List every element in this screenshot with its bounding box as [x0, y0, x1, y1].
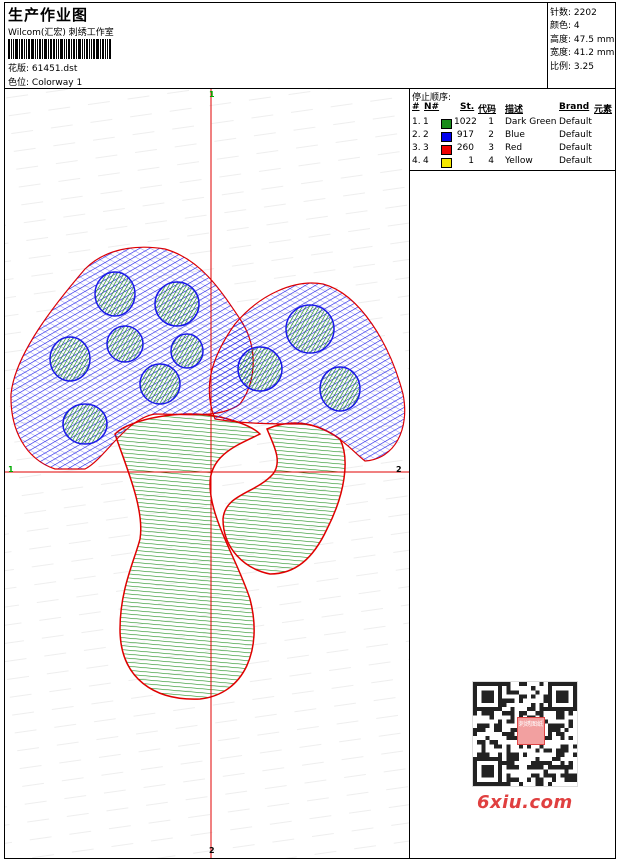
- axis-label-right: 2: [396, 465, 402, 474]
- axis-label-left: 1: [8, 465, 14, 474]
- studio-name: Wilcom(汇宏) 刺绣工作室: [8, 28, 114, 38]
- list-item[interactable]: 3. 3 260 3 Red Default: [410, 143, 615, 156]
- watermark-text: 6xiu.com: [477, 792, 573, 813]
- barcode: [8, 39, 118, 59]
- list-item[interactable]: 2. 2 917 2 Blue Default: [410, 130, 615, 143]
- stat-width: 宽度: 41.2 mm: [550, 48, 615, 58]
- design-line: 花版: 61451.dst: [8, 61, 77, 74]
- stop-sequence-panel: 停止顺序: # N# St. 代码 描述 Brand 元素 1. 1 1022 …: [410, 89, 615, 858]
- stat-height: 高度: 47.5 mm: [550, 35, 615, 45]
- header-info: 生产作业图 Wilcom(汇宏) 刺绣工作室 花版: 61451.dst 色位:…: [5, 3, 548, 89]
- design-label: 花版:: [8, 64, 30, 74]
- color-swatch: [441, 132, 452, 142]
- col-desc: 描述: [505, 105, 524, 115]
- design-canvas[interactable]: 1 1 2 2: [5, 89, 410, 858]
- stat-scale: 比例: 3.25: [550, 62, 594, 72]
- design-value: 61451.dst: [31, 64, 78, 74]
- list-item[interactable]: 4. 4 1 4 Yellow Default: [410, 156, 615, 169]
- color-swatch: [441, 145, 452, 155]
- mushroom-design: [5, 89, 409, 858]
- col-code: 代码: [478, 105, 497, 115]
- col-elem: 元素: [594, 105, 613, 115]
- stat-stitches: 针数: 2202: [550, 8, 597, 18]
- stat-colors: 颜色: 4: [550, 21, 580, 31]
- axis-label-bottom: 2: [209, 846, 215, 855]
- page-title: 生产作业图: [8, 6, 89, 24]
- colorway-label: 色位:: [8, 78, 30, 88]
- design-stats: 针数: 2202 颜色: 4 高度: 47.5 mm 宽度: 41.2 mm 比…: [548, 3, 615, 89]
- col-n: N#: [424, 102, 440, 112]
- colorway-line: 色位: Colorway 1: [8, 75, 82, 88]
- watermark-seal: 刺绣图纸: [517, 717, 545, 745]
- color-swatch: [441, 158, 452, 168]
- colorway-value: Colorway 1: [31, 78, 83, 88]
- production-sheet: 生产作业图 Wilcom(汇宏) 刺绣工作室 花版: 61451.dst 色位:…: [4, 2, 616, 859]
- list-item[interactable]: 1. 1 1022 1 Dark Green Default: [410, 117, 615, 130]
- col-brand: Brand: [559, 102, 590, 112]
- col-num: #: [412, 102, 420, 112]
- color-swatch: [441, 119, 452, 129]
- axis-label-top: 1: [209, 90, 215, 99]
- col-st: St.: [460, 102, 475, 112]
- divider: [410, 170, 615, 171]
